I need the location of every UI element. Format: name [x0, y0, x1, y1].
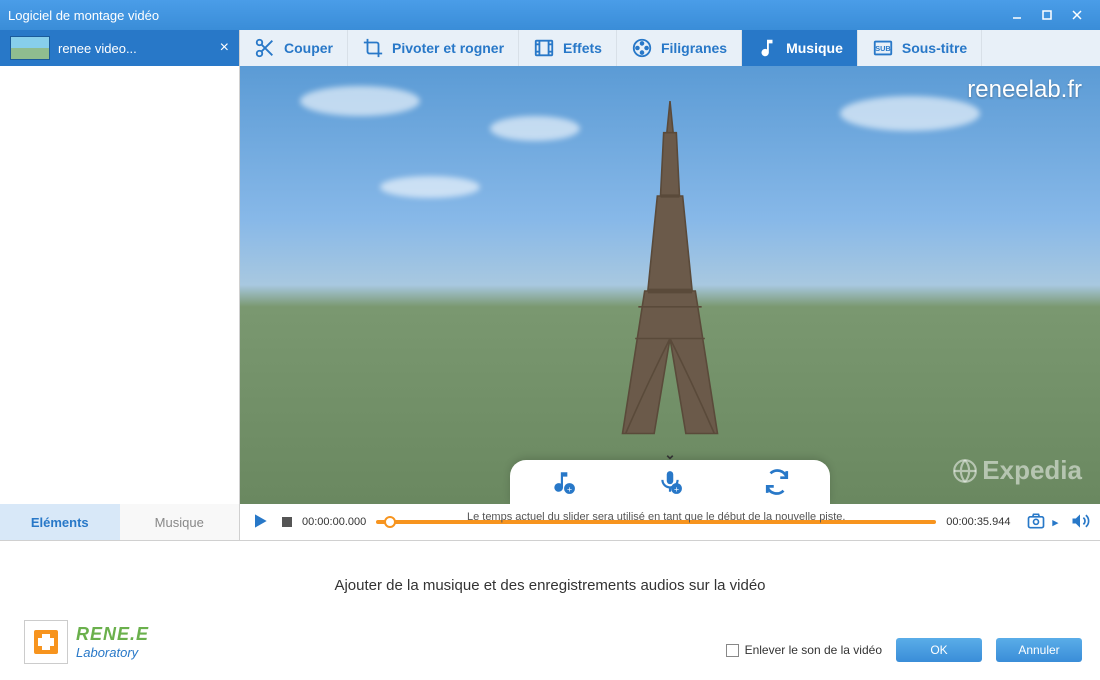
music-label: Musique [786, 40, 843, 56]
logo-icon [24, 620, 68, 664]
file-thumbnail [10, 36, 50, 60]
logo-sub: Laboratory [76, 645, 149, 660]
music-note-icon [756, 37, 778, 59]
svg-text:+: + [567, 484, 572, 494]
window-title: Logiciel de montage vidéo [8, 8, 1002, 23]
effects-button[interactable]: Effets [519, 30, 617, 66]
watermark-button[interactable]: Filigranes [617, 30, 742, 66]
logo: RENE.E Laboratory [24, 620, 149, 664]
volume-button[interactable] [1070, 511, 1090, 534]
close-button[interactable] [1062, 5, 1092, 25]
remove-sound-checkbox[interactable]: Enlever le son de la vidéo [726, 643, 882, 657]
stop-button[interactable] [282, 517, 292, 527]
logo-brand: RENE.E [76, 624, 149, 645]
film-icon [533, 37, 555, 59]
globe-icon [952, 458, 978, 484]
subtitle-icon: SUB [872, 37, 894, 59]
tab-elements[interactable]: Eléments [0, 504, 120, 540]
scissors-icon [254, 37, 276, 59]
play-button[interactable] [250, 511, 270, 534]
sidebar-body [0, 66, 239, 504]
watermark-label: Filigranes [661, 40, 727, 56]
eiffel-tower-graphic [590, 101, 750, 481]
checkbox-label: Enlever le son de la vidéo [745, 643, 882, 657]
toolbar: Couper Pivoter et rogner Effets Filigran… [240, 30, 1100, 66]
checkbox-icon [726, 644, 739, 657]
time-current: 00:00:00.000 [302, 516, 366, 528]
close-file-icon[interactable]: × [220, 39, 229, 57]
watermark-top: reneelab.fr [967, 76, 1082, 104]
tab-musique[interactable]: Musique [120, 504, 240, 540]
time-total: 00:00:35.944 [946, 516, 1010, 528]
cut-button[interactable]: Couper [240, 30, 348, 66]
timeline-slider[interactable]: Le temps actuel du slider sera utilisé e… [376, 512, 936, 532]
bottom-panel: Ajouter de la musique et des enregistrem… [0, 540, 1100, 680]
rotate-label: Pivoter et rogner [392, 40, 504, 56]
ok-button[interactable]: OK [896, 638, 982, 662]
crop-icon [362, 37, 384, 59]
rotate-crop-button[interactable]: Pivoter et rogner [348, 30, 519, 66]
svg-text:+: + [674, 484, 679, 494]
subtitle-button[interactable]: SUB Sous-titre [858, 30, 982, 66]
svg-text:SUB: SUB [875, 44, 890, 53]
titlebar: Logiciel de montage vidéo [0, 0, 1100, 30]
watermark-bottom: Expedia [952, 455, 1082, 486]
sidebar: renee video... × Eléments Musique [0, 30, 240, 540]
effects-label: Effets [563, 40, 602, 56]
refresh-icon[interactable] [762, 467, 792, 497]
add-music-icon[interactable]: + [548, 467, 578, 497]
cut-label: Couper [284, 40, 333, 56]
minimize-button[interactable] [1002, 5, 1032, 25]
snapshot-button[interactable] [1026, 511, 1046, 534]
subtitle-label: Sous-titre [902, 40, 967, 56]
timeline: 00:00:00.000 Le temps actuel du slider s… [240, 504, 1100, 540]
video-preview: reneelab.fr Expedia + + [240, 66, 1100, 504]
preview-action-bar: + + [510, 460, 830, 504]
record-audio-icon[interactable]: + [655, 467, 685, 497]
instruction-text: Ajouter de la musique et des enregistrem… [0, 541, 1100, 594]
maximize-button[interactable] [1032, 5, 1062, 25]
music-button[interactable]: Musique [742, 30, 858, 66]
cancel-button[interactable]: Annuler [996, 638, 1082, 662]
timeline-caption: Le temps actuel du slider sera utilisé e… [467, 511, 846, 523]
file-tab[interactable]: renee video... × [0, 30, 239, 66]
reel-icon [631, 37, 653, 59]
file-name: renee video... [58, 41, 220, 56]
